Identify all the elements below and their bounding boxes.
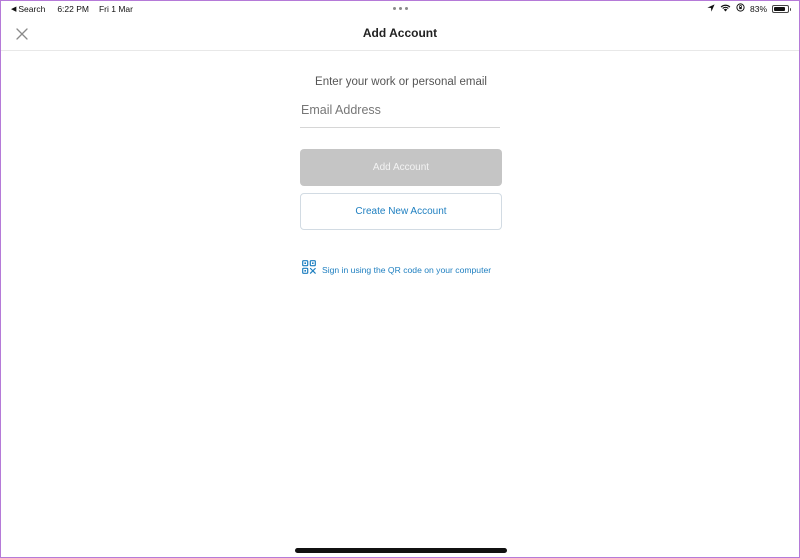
battery-percent: 83% — [749, 3, 767, 14]
page-title: Add Account — [362, 26, 438, 40]
location-arrow-icon — [707, 3, 715, 14]
home-indicator[interactable] — [295, 548, 507, 553]
email-address-input[interactable] — [300, 99, 500, 128]
wifi-icon — [720, 4, 731, 14]
navigation-bar: Add Account — [1, 17, 799, 51]
back-triangle-icon[interactable]: ◀ — [11, 5, 16, 13]
multitasking-dots-icon[interactable] — [393, 7, 408, 10]
status-right: 83% — [707, 3, 791, 14]
battery-icon — [772, 4, 791, 13]
battery-level-fill — [774, 6, 785, 11]
orientation-lock-icon — [736, 3, 745, 14]
status-left: ◀ Search 6:22 PM Fri 1 Mar — [11, 4, 133, 14]
email-prompt: Enter your work or personal email — [315, 76, 487, 88]
status-date: Fri 1 Mar — [98, 4, 133, 14]
app-window: ◀ Search 6:22 PM Fri 1 Mar 83% Add Accou… — [0, 0, 800, 558]
status-bar: ◀ Search 6:22 PM Fri 1 Mar 83% — [1, 1, 799, 17]
add-account-form: Enter your work or personal email Add Ac… — [300, 51, 502, 279]
qr-signin-link[interactable]: Sign in using the QR code on your comput… — [302, 260, 502, 279]
add-account-button[interactable]: Add Account — [300, 149, 502, 186]
status-time: 6:22 PM — [57, 4, 89, 14]
qr-code-icon — [302, 260, 316, 279]
create-new-account-button[interactable]: Create New Account — [300, 193, 502, 230]
back-to-search-link[interactable]: Search — [18, 4, 45, 14]
qr-signin-label[interactable]: Sign in using the QR code on your comput… — [322, 265, 491, 275]
